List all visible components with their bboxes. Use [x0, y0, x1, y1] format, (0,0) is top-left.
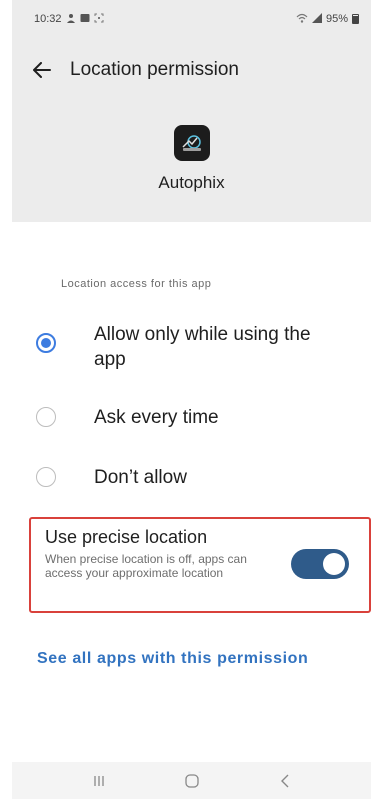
option-ask-every-time[interactable]: Ask every time — [36, 405, 356, 430]
image-icon — [80, 13, 90, 26]
home-icon — [184, 773, 199, 788]
option-label: Allow only while using the app — [94, 324, 311, 370]
app-header: Autophix — [12, 125, 371, 193]
toggle-knob — [323, 553, 345, 575]
back-chevron-icon — [280, 774, 288, 787]
header-area: 10:32 95% Location permission Autophix — [12, 0, 371, 222]
status-time: 10:32 — [34, 13, 62, 25]
battery-icon — [352, 14, 359, 24]
app-name: Autophix — [158, 173, 225, 192]
radio-button[interactable] — [36, 467, 56, 487]
option-allow-while-using[interactable]: Allow only while using the app — [36, 322, 356, 372]
status-bar: 10:32 95% — [12, 0, 371, 38]
status-right: 95% — [296, 12, 359, 26]
signal-icon — [311, 12, 322, 26]
back-arrow-icon — [33, 62, 51, 78]
account-icon — [66, 13, 76, 26]
precise-location-toggle[interactable] — [291, 549, 349, 579]
option-label: Ask every time — [94, 407, 219, 428]
radio-button-selected[interactable] — [36, 333, 56, 353]
back-button[interactable] — [30, 58, 54, 82]
precise-location-description: When precise location is off, apps can a… — [45, 552, 247, 580]
recents-icon — [93, 775, 104, 786]
precise-location-row[interactable]: Use precise location When precise locati… — [29, 517, 371, 613]
back-nav-button[interactable] — [265, 766, 305, 796]
radio-button[interactable] — [36, 407, 56, 427]
precise-location-title: Use precise location — [45, 527, 208, 547]
battery-percent: 95% — [325, 13, 348, 25]
status-left: 10:32 — [34, 13, 104, 26]
app-icon — [173, 125, 210, 161]
home-button[interactable] — [172, 766, 212, 796]
app-bar: Location permission — [12, 46, 371, 94]
option-dont-allow[interactable]: Don’t allow — [36, 465, 356, 490]
scan-icon — [94, 13, 104, 26]
navigation-bar — [12, 762, 371, 799]
section-label: Location access for this app — [61, 278, 212, 290]
wifi-icon — [296, 13, 308, 26]
see-all-apps-link[interactable]: See all apps with this permission — [37, 650, 308, 668]
page-title: Location permission — [70, 59, 239, 80]
recent-apps-button[interactable] — [79, 766, 119, 796]
option-label: Don’t allow — [94, 467, 187, 488]
